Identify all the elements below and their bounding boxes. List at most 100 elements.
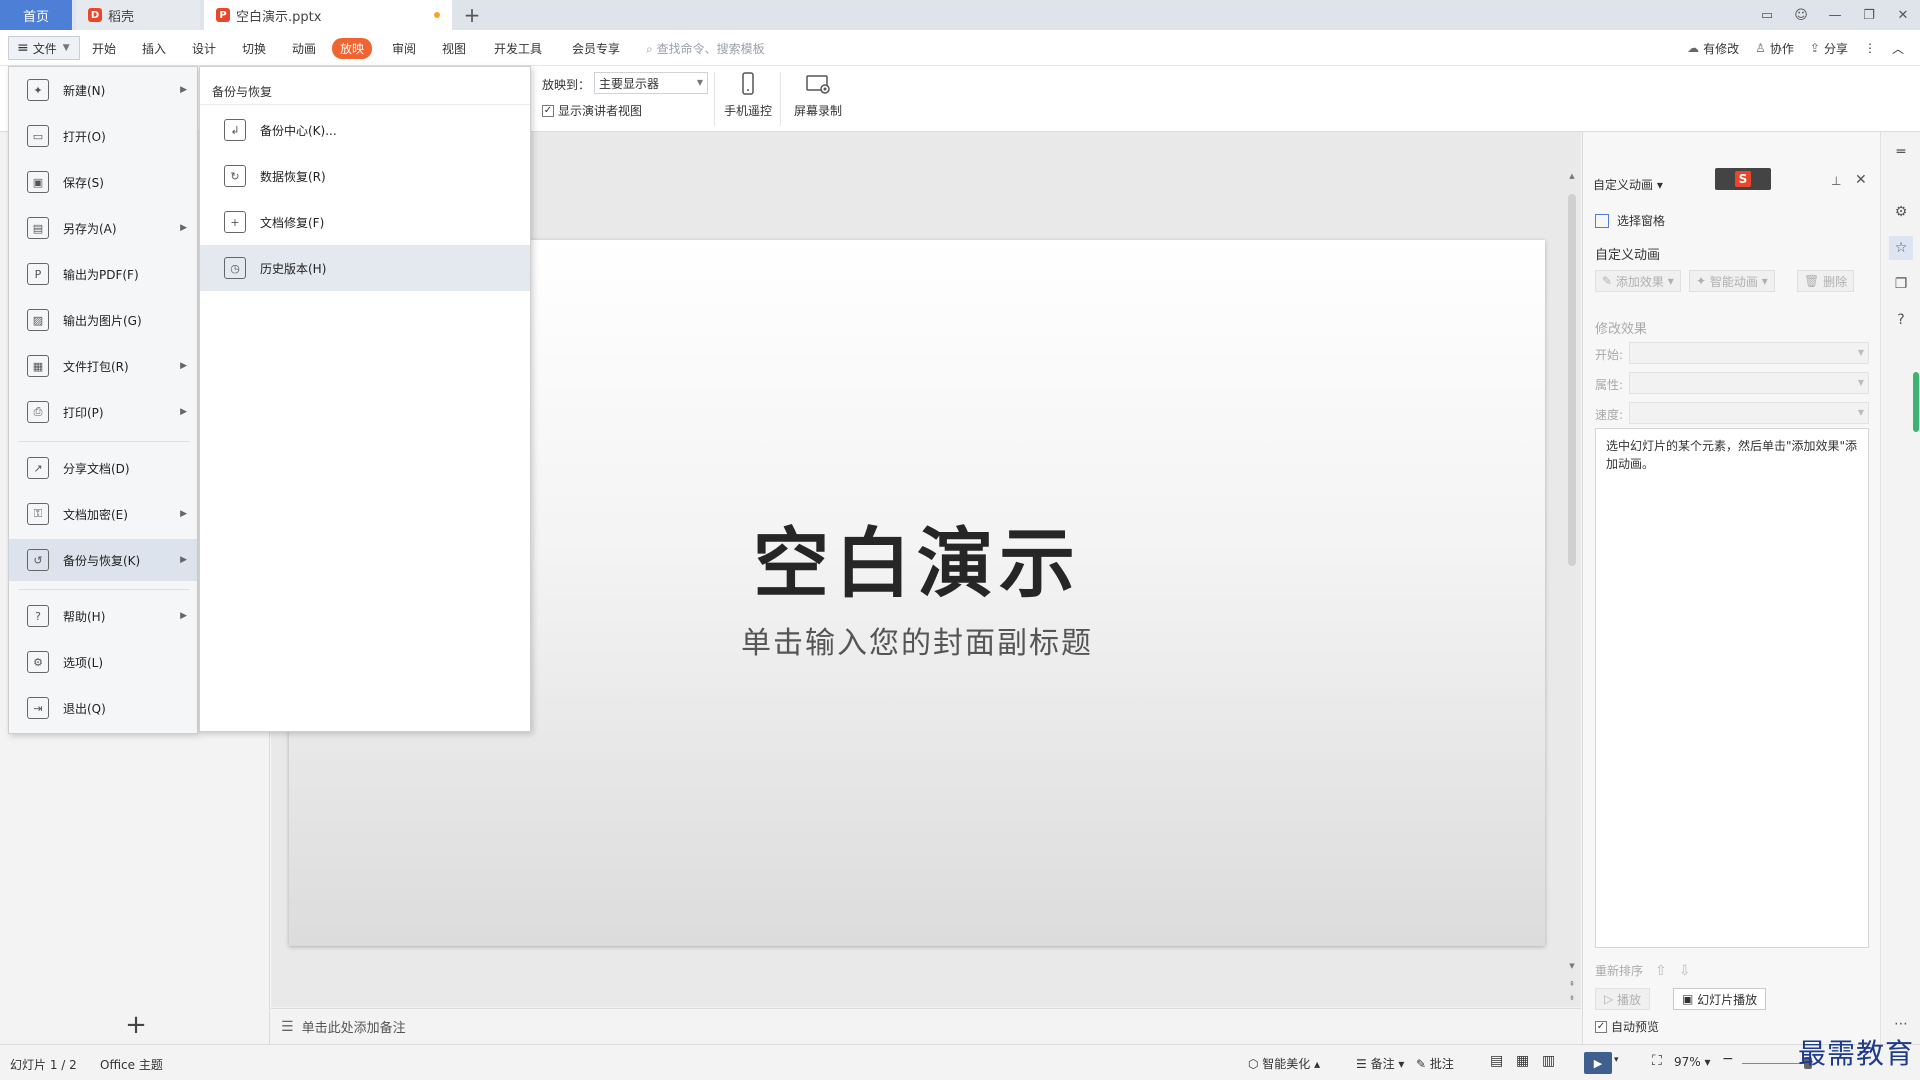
animation-list[interactable]: 选中幻灯片的某个元素，然后单击"添加效果"添加动画。 — [1595, 428, 1869, 948]
animation-hint-text: 选中幻灯片的某个元素，然后单击"添加效果"添加动画。 — [1606, 439, 1858, 471]
collaborate-button[interactable]: ♙ 协作 — [1755, 40, 1794, 57]
close-pane-icon[interactable]: ✕ — [1855, 172, 1867, 188]
smart-animation-button[interactable]: ✦ 智能动画 ▾ — [1689, 270, 1775, 292]
new-tab-button[interactable]: + — [460, 3, 484, 27]
pane-title-dropdown[interactable]: 自定义动画 ▾ — [1593, 176, 1663, 193]
collapse-ribbon-icon[interactable]: ︿ — [1892, 40, 1904, 57]
user-icon: ♙ — [1755, 41, 1766, 55]
presenter-view-checkbox[interactable]: ✓ 显示演讲者视图 — [542, 102, 642, 119]
normal-view-icon[interactable]: ▤ — [1490, 1053, 1503, 1069]
layout-icon[interactable]: ▭ — [1750, 0, 1784, 30]
submenu-item[interactable]: ↲ 备份中心(K)... — [200, 107, 530, 153]
submenu-item-label: 备份中心(K)... — [260, 123, 337, 138]
menu-home[interactable]: 开始 — [92, 40, 116, 57]
tab-document[interactable]: P 空白演示.pptx — [204, 0, 452, 30]
property-select[interactable]: ▼ — [1629, 372, 1869, 394]
zoom-out-button[interactable]: − — [1722, 1051, 1734, 1067]
menu-developer[interactable]: 开发工具 — [494, 40, 542, 57]
menu-design[interactable]: 设计 — [192, 40, 216, 57]
file-menu-item[interactable]: ? 帮助(H) ▶ — [9, 595, 197, 637]
theme-name[interactable]: Office 主题 — [100, 1056, 163, 1073]
file-menu-item[interactable]: ▣ 保存(S) — [9, 161, 197, 203]
slides-icon[interactable]: ❐ — [1889, 272, 1913, 296]
file-menu-item[interactable]: ↗ 分享文档(D) — [9, 447, 197, 489]
start-slideshow-button[interactable]: ▶ — [1584, 1052, 1612, 1074]
menu-member[interactable]: 会员专享 — [572, 40, 620, 57]
file-menu-item[interactable]: P 输出为PDF(F) — [9, 253, 197, 295]
submenu-item[interactable]: ↻ 数据恢复(R) — [200, 153, 530, 199]
animation-pane-icon[interactable]: ☆ — [1889, 236, 1913, 260]
file-menu-item[interactable]: ▤ 另存为(A) ▶ — [9, 207, 197, 249]
scrollbar-thumb[interactable] — [1568, 194, 1576, 566]
tab-home[interactable]: 首页 — [0, 0, 72, 30]
move-down-icon[interactable]: ⇩ — [1679, 963, 1691, 979]
smart-beautify-button[interactable]: ⬡ 智能美化 ▴ — [1248, 1055, 1320, 1072]
file-menu-item[interactable]: ⇥ 退出(Q) — [9, 687, 197, 729]
chevron-right-icon: ▶ — [180, 85, 187, 95]
file-menu-item[interactable]: ✦ 新建(N) ▶ — [9, 69, 197, 111]
search-input[interactable]: 查找命令、搜索模板 — [657, 42, 765, 56]
settings-sliders-icon[interactable]: ⚙ — [1889, 200, 1913, 224]
command-search[interactable]: ⌕ 查找命令、搜索模板 — [646, 40, 765, 57]
avatar[interactable]: ☺ — [1784, 0, 1818, 30]
selection-pane-button[interactable]: 选择窗格 — [1595, 212, 1665, 229]
phone-remote-button[interactable]: 手机遥控 — [718, 70, 778, 128]
more-icon[interactable]: ⋮ — [1864, 41, 1876, 55]
auto-preview-checkbox[interactable]: ✓ 自动预览 — [1595, 1018, 1659, 1035]
scroll-up-icon[interactable]: ▲ — [1567, 172, 1577, 180]
notes-toggle-button[interactable]: ☰ 备注 ▾ — [1356, 1055, 1404, 1072]
file-menu-item[interactable]: ▭ 打开(O) — [9, 115, 197, 157]
restore-button[interactable]: ❐ — [1852, 0, 1886, 30]
add-slide-button[interactable]: + — [124, 1010, 148, 1040]
delete-effect-button[interactable]: 🗑 删除 — [1797, 270, 1855, 292]
fit-window-icon[interactable]: ⛶ — [1652, 1053, 1662, 1069]
close-window-button[interactable]: ✕ — [1886, 0, 1920, 30]
help-icon[interactable]: ? — [1889, 308, 1913, 332]
file-menu-button[interactable]: ≡ 文件 ▼ — [8, 36, 80, 60]
play-to-select[interactable]: 主要显示器 ▼ — [594, 72, 708, 94]
tab-daoke[interactable]: D 稻壳 — [76, 0, 200, 30]
slide-sorter-icon[interactable]: ▦ — [1516, 1053, 1529, 1069]
start-select[interactable]: ▼ — [1629, 342, 1869, 364]
changes-button[interactable]: ☁ 有修改 — [1687, 40, 1739, 57]
menu-review[interactable]: 审阅 — [392, 40, 416, 57]
vertical-scrollbar[interactable]: ▲ ▼ ⇞ ⇟ — [1567, 172, 1577, 1006]
pin-icon[interactable]: ⊥ — [1831, 174, 1841, 188]
speed-select[interactable]: ▼ — [1629, 402, 1869, 424]
add-effect-label: 添加效果 — [1615, 274, 1664, 289]
file-menu-item[interactable]: ▨ 输出为图片(G) — [9, 299, 197, 341]
file-menu-item[interactable]: ⚙ 选项(L) — [9, 641, 197, 683]
screen-record-button[interactable]: 屏幕录制 — [788, 70, 848, 128]
file-menu-item[interactable]: ▦ 文件打包(R) ▶ — [9, 345, 197, 387]
play-button[interactable]: ▷ 播放 — [1595, 988, 1651, 1010]
slideshow-play-button[interactable]: ▣ 幻灯片播放 — [1673, 988, 1767, 1010]
file-menu-item[interactable]: ↺ 备份与恢复(K) ▶ — [9, 539, 197, 581]
menu-view[interactable]: 视图 — [442, 40, 466, 57]
scroll-down-icon[interactable]: ▼ — [1567, 962, 1577, 970]
menu-slideshow[interactable]: 放映 — [332, 38, 373, 59]
minimize-button[interactable]: — — [1818, 0, 1852, 30]
notes-bar[interactable]: ☰ 单击此处添加备注 — [271, 1008, 1581, 1044]
chevron-down-icon[interactable]: ▾ — [1614, 1055, 1619, 1065]
submenu-item[interactable]: ◷ 历史版本(H) — [200, 245, 530, 291]
share-button[interactable]: ⇪ 分享 — [1810, 40, 1848, 57]
zoom-level[interactable]: 97% ▾ — [1674, 1055, 1711, 1069]
collapse-icon[interactable]: ═ — [1889, 140, 1913, 164]
menu-transition[interactable]: 切换 — [242, 40, 266, 57]
notes-placeholder[interactable]: 单击此处添加备注 — [302, 1017, 406, 1036]
prev-slide-icon[interactable]: ⇞ — [1567, 980, 1577, 988]
menu-insert[interactable]: 插入 — [142, 40, 166, 57]
selection-pane-label: 选择窗格 — [1617, 214, 1666, 228]
next-slide-icon[interactable]: ⇟ — [1567, 994, 1577, 1002]
move-up-icon[interactable]: ⇧ — [1655, 963, 1667, 979]
submenu-item[interactable]: + 文档修复(F) — [200, 199, 530, 245]
file-menu-item[interactable]: ⎙ 打印(P) ▶ — [9, 391, 197, 433]
comments-button[interactable]: ✎ 批注 — [1416, 1055, 1454, 1072]
file-menu-item[interactable]: ⚿ 文档加密(E) ▶ — [9, 493, 197, 535]
hamburger-icon: ≡ — [17, 40, 29, 56]
reading-view-icon[interactable]: ▥ — [1542, 1053, 1555, 1069]
menu-animation[interactable]: 动画 — [292, 40, 316, 57]
side-scroll-indicator[interactable] — [1913, 372, 1919, 432]
add-effect-button[interactable]: ✎ 添加效果 ▾ — [1595, 270, 1681, 292]
file-menu-item-label: 输出为PDF(F) — [63, 267, 139, 282]
